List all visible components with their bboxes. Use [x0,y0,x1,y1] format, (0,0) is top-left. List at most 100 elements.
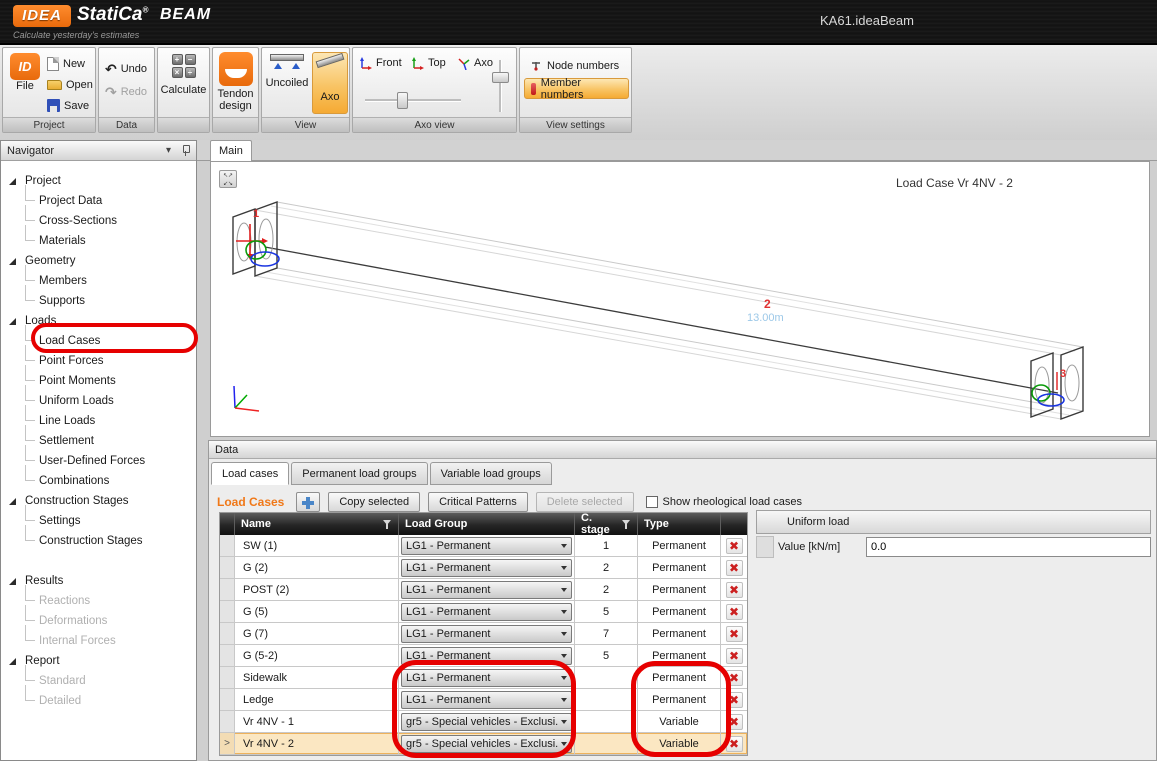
row-type-cell[interactable]: Variable [638,733,721,754]
row-c-stage-cell[interactable]: 7 [575,623,638,644]
row-name-cell[interactable]: Vr 4NV - 2 [235,733,399,754]
row-marker-cell[interactable]: > [220,733,235,754]
delete-row-button[interactable]: ✖ [725,603,743,620]
row-marker-cell[interactable] [220,535,235,556]
row-marker-cell[interactable] [220,689,235,710]
horizontal-slider-thumb[interactable] [397,92,408,109]
tendon-design-button[interactable]: Tendon design [213,52,258,112]
row-marker-cell[interactable] [220,645,235,666]
row-marker-cell[interactable] [220,623,235,644]
row-c-stage-cell[interactable]: 2 [575,557,638,578]
load-group-dropdown[interactable]: LG1 - Permanent [401,624,572,643]
filter-icon[interactable] [622,519,631,529]
table-row[interactable]: POST (2) LG1 - Permanent 2 Permanent ✖ [220,579,747,601]
uncoiled-button[interactable]: Uncoiled [265,54,309,89]
row-marker-cell[interactable] [220,667,235,688]
horizontal-slider-track[interactable] [365,99,461,102]
delete-row-button[interactable]: ✖ [725,581,743,598]
row-c-stage-cell[interactable]: 5 [575,601,638,622]
show-rheological-checkbox[interactable] [645,496,658,508]
row-name-cell[interactable]: SW (1) [235,535,399,556]
row-marker-cell[interactable] [220,557,235,578]
row-name-cell[interactable]: Ledge [235,689,399,710]
delete-row-button[interactable]: ✖ [725,735,743,752]
row-marker-cell[interactable] [220,711,235,732]
delete-row-button[interactable]: ✖ [725,669,743,686]
header-type[interactable]: Type [638,513,721,535]
load-group-dropdown[interactable]: LG1 - Permanent [401,690,572,709]
nav-item-materials[interactable]: Materials [1,225,196,251]
row-type-cell[interactable]: Permanent [638,645,721,666]
row-name-cell[interactable]: POST (2) [235,579,399,600]
header-c-stage[interactable]: C. stage [575,512,638,536]
delete-row-button[interactable]: ✖ [725,537,743,554]
top-view-button[interactable]: Top [411,56,446,70]
redo-button[interactable]: ↷ Redo [105,81,147,102]
load-group-dropdown[interactable]: LG1 - Permanent [401,602,572,621]
axo-view-mode-button[interactable]: Axo [457,56,493,70]
filter-icon[interactable] [383,519,392,529]
nav-item-combinations[interactable]: Combinations [1,465,196,491]
row-marker-cell[interactable] [220,601,235,622]
row-c-stage-cell[interactable]: 1 [575,535,638,556]
table-row[interactable]: G (5-2) LG1 - Permanent 5 Permanent ✖ [220,645,747,667]
tab-main[interactable]: Main [210,140,252,161]
node-numbers-button[interactable]: Node numbers [524,55,625,76]
row-c-stage-cell[interactable] [575,711,638,732]
delete-row-button[interactable]: ✖ [725,647,743,664]
delete-row-button[interactable]: ✖ [725,691,743,708]
tab-permanent-load-groups[interactable]: Permanent load groups [291,462,428,485]
table-row[interactable]: Vr 4NV - 1 gr5 - Special vehicles - Exclu… [220,711,747,733]
member-numbers-button[interactable]: Member numbers [524,77,629,101]
header-name[interactable]: Name [235,513,399,535]
table-row[interactable]: G (2) LG1 - Permanent 2 Permanent ✖ [220,557,747,579]
open-button[interactable]: Open [47,74,93,95]
row-marker-cell[interactable] [220,579,235,600]
delete-row-button[interactable]: ✖ [725,559,743,576]
row-type-cell[interactable]: Variable [638,711,721,732]
row-name-cell[interactable]: Sidewalk [235,667,399,688]
axo-view-button[interactable]: Axo [312,52,348,114]
front-view-button[interactable]: Front [359,56,402,70]
copy-selected-button[interactable]: Copy selected [328,492,421,512]
row-name-cell[interactable]: G (5) [235,601,399,622]
delete-row-button[interactable]: ✖ [725,713,743,730]
delete-selected-button[interactable]: Delete selected [535,492,634,512]
add-load-case-button[interactable] [296,492,321,512]
pin-icon[interactable] [181,144,190,157]
row-c-stage-cell[interactable] [575,667,638,688]
table-row[interactable]: Ledge LG1 - Permanent Permanent ✖ [220,689,747,711]
row-name-cell[interactable]: G (5-2) [235,645,399,666]
load-group-dropdown[interactable]: gr5 - Special vehicles - Exclusi... [401,712,572,731]
chevron-down-icon[interactable]: ▾ [166,145,171,156]
undo-button[interactable]: ↶ Undo [105,58,147,79]
vertical-slider-thumb[interactable] [492,72,509,83]
load-group-dropdown[interactable]: LG1 - Permanent [401,668,572,687]
load-group-dropdown[interactable]: LG1 - Permanent [401,536,572,555]
row-type-cell[interactable]: Permanent [638,689,721,710]
table-row[interactable]: G (7) LG1 - Permanent 7 Permanent ✖ [220,623,747,645]
viewport-3d[interactable]: ↖↗ ↙↘ Load Case Vr 4NV - 2 1 2 13.00m 3 [210,161,1150,437]
row-name-cell[interactable]: G (2) [235,557,399,578]
load-group-dropdown[interactable]: LG1 - Permanent [401,558,572,577]
row-type-cell[interactable]: Permanent [638,667,721,688]
row-c-stage-cell[interactable]: 2 [575,579,638,600]
table-row[interactable]: Sidewalk LG1 - Permanent Permanent ✖ [220,667,747,689]
tab-load-cases[interactable]: Load cases [211,462,290,485]
critical-patterns-button[interactable]: Critical Patterns [428,492,528,512]
save-button[interactable]: Save [47,95,93,116]
row-name-cell[interactable]: Vr 4NV - 1 [235,711,399,732]
load-group-dropdown[interactable]: LG1 - Permanent [401,646,572,665]
table-row[interactable]: > Vr 4NV - 2 gr5 - Special vehicles - Excl… [220,733,747,755]
row-name-cell[interactable]: G (7) [235,623,399,644]
vertical-slider-track[interactable] [499,60,502,112]
row-type-cell[interactable]: Permanent [638,601,721,622]
file-button[interactable]: ID File [7,53,43,92]
table-row[interactable]: G (5) LG1 - Permanent 5 Permanent ✖ [220,601,747,623]
nav-item-construction-stages[interactable]: Construction Stages [1,525,196,551]
tab-variable-load-groups[interactable]: Variable load groups [429,462,552,485]
row-type-cell[interactable]: Permanent [638,579,721,600]
load-group-dropdown[interactable]: LG1 - Permanent [401,580,572,599]
table-row[interactable]: SW (1) LG1 - Permanent 1 Permanent ✖ [220,535,747,557]
row-c-stage-cell[interactable]: 5 [575,645,638,666]
